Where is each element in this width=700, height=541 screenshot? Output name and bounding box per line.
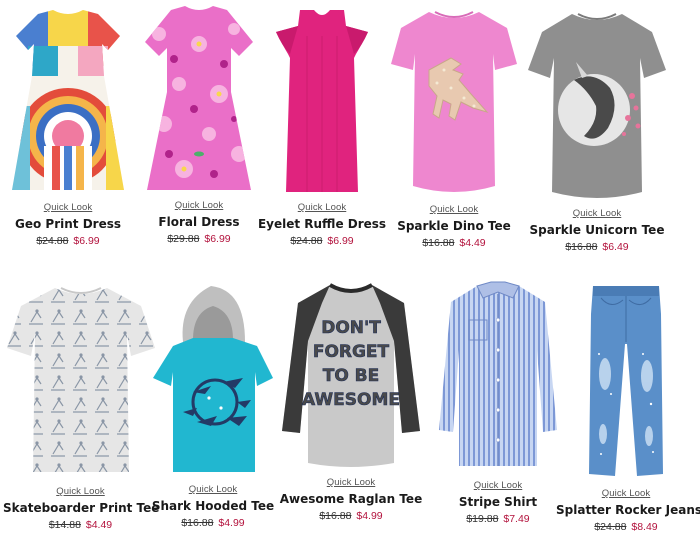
stripe-shirt-image[interactable] xyxy=(433,280,563,474)
product-name[interactable]: Eyelet Ruffle Dress xyxy=(252,217,392,231)
product-name[interactable]: Geo Print Dress xyxy=(0,217,138,231)
awesome-raglan-tee-image[interactable]: DON'T FORGET TO BE AWESOME xyxy=(278,281,424,471)
original-price: $24.88 xyxy=(36,235,69,247)
product-name[interactable]: Splatter Rocker Jeans xyxy=(556,503,700,517)
original-price: $16.88 xyxy=(181,517,214,529)
sparkle-dino-tee-image[interactable] xyxy=(389,8,519,198)
sparkle-unicorn-tee-image[interactable] xyxy=(524,10,670,202)
product-card: Quick Look Splatter Rocker Jeans $24.88 … xyxy=(556,284,700,533)
product-card: Quick Look Skateboarder Print Tee $14.88… xyxy=(3,284,159,531)
original-price: $16.88 xyxy=(565,241,598,253)
sale-price: $8.49 xyxy=(631,521,658,533)
product-name[interactable]: Stripe Shirt xyxy=(428,495,568,509)
price: $24.88 $6.99 xyxy=(252,235,392,247)
original-price: $16.88 xyxy=(422,237,455,249)
price: $14.88 $4.49 xyxy=(3,519,158,531)
price: $16.88 $4.49 xyxy=(384,237,524,249)
quick-look-link[interactable]: Quick Look xyxy=(252,202,392,213)
quick-look-link[interactable]: Quick Look xyxy=(522,208,672,219)
product-name[interactable]: Shark Hooded Tee xyxy=(143,499,283,513)
product-name[interactable]: Awesome Raglan Tee xyxy=(276,492,426,506)
sale-price: $6.99 xyxy=(327,235,354,247)
price: $24.88 $6.99 xyxy=(0,235,138,247)
print-line-4: AWESOME xyxy=(302,390,400,410)
product-name[interactable]: Skateboarder Print Tee xyxy=(3,501,159,515)
sale-price: $6.99 xyxy=(204,233,231,245)
quick-look-link[interactable]: Quick Look xyxy=(276,477,426,488)
product-name[interactable]: Sparkle Unicorn Tee xyxy=(522,223,672,237)
floral-dress-image[interactable] xyxy=(139,4,259,194)
quick-look-link[interactable]: Quick Look xyxy=(3,486,158,497)
product-card: Quick Look Sparkle Unicorn Tee $16.88 $6… xyxy=(522,10,672,253)
product-card: DON'T FORGET TO BE AWESOME Quick Look Aw… xyxy=(276,281,426,522)
sale-price: $4.99 xyxy=(218,517,245,529)
print-line-3: TO BE xyxy=(323,366,380,386)
sale-price: $6.49 xyxy=(602,241,629,253)
original-price: $24.88 xyxy=(594,521,627,533)
product-name[interactable]: Sparkle Dino Tee xyxy=(384,219,524,233)
sale-price: $4.99 xyxy=(356,510,383,522)
print-line-1: DON'T xyxy=(321,318,381,338)
price: $29.88 $6.99 xyxy=(129,233,269,245)
product-card: Quick Look Sparkle Dino Tee $16.88 $4.49 xyxy=(384,8,524,249)
skateboarder-print-tee-image[interactable] xyxy=(5,284,157,480)
sale-price: $7.49 xyxy=(503,513,530,525)
original-price: $19.88 xyxy=(466,513,499,525)
price: $24.88 $8.49 xyxy=(556,521,696,533)
quick-look-link[interactable]: Quick Look xyxy=(0,202,138,213)
original-price: $29.88 xyxy=(167,233,200,245)
sale-price: $6.99 xyxy=(73,235,100,247)
quick-look-link[interactable]: Quick Look xyxy=(428,480,568,491)
splatter-rocker-jeans-image[interactable] xyxy=(581,284,671,482)
sale-price: $4.49 xyxy=(85,519,113,531)
product-card: Quick Look Shark Hooded Tee $16.88 $4.99 xyxy=(143,282,283,529)
price: $16.88 $4.99 xyxy=(276,510,426,522)
original-price: $16.88 xyxy=(319,510,352,522)
product-card: Quick Look Stripe Shirt $19.88 $7.49 xyxy=(428,280,568,525)
quick-look-link[interactable]: Quick Look xyxy=(556,488,696,499)
product-card: Quick Look Floral Dress $29.88 $6.99 xyxy=(129,4,269,245)
product-card: Quick Look Geo Print Dress $24.88 $6.99 xyxy=(0,6,138,247)
shark-hooded-tee-image[interactable] xyxy=(153,282,273,478)
product-card: Quick Look Eyelet Ruffle Dress $24.88 $6… xyxy=(252,6,392,247)
original-price: $24.88 xyxy=(290,235,323,247)
quick-look-link[interactable]: Quick Look xyxy=(143,484,283,495)
sale-price: $4.49 xyxy=(459,237,486,249)
original-price: $14.88 xyxy=(48,519,81,531)
quick-look-link[interactable]: Quick Look xyxy=(384,204,524,215)
price: $19.88 $7.49 xyxy=(428,513,568,525)
geo-print-dress-image[interactable] xyxy=(8,6,128,196)
eyelet-ruffle-dress-image[interactable] xyxy=(262,6,382,196)
product-name[interactable]: Floral Dress xyxy=(129,215,269,229)
price: $16.88 $4.99 xyxy=(143,517,283,529)
price: $16.88 $6.49 xyxy=(522,241,672,253)
quick-look-link[interactable]: Quick Look xyxy=(129,200,269,211)
print-line-2: FORGET xyxy=(313,342,390,362)
